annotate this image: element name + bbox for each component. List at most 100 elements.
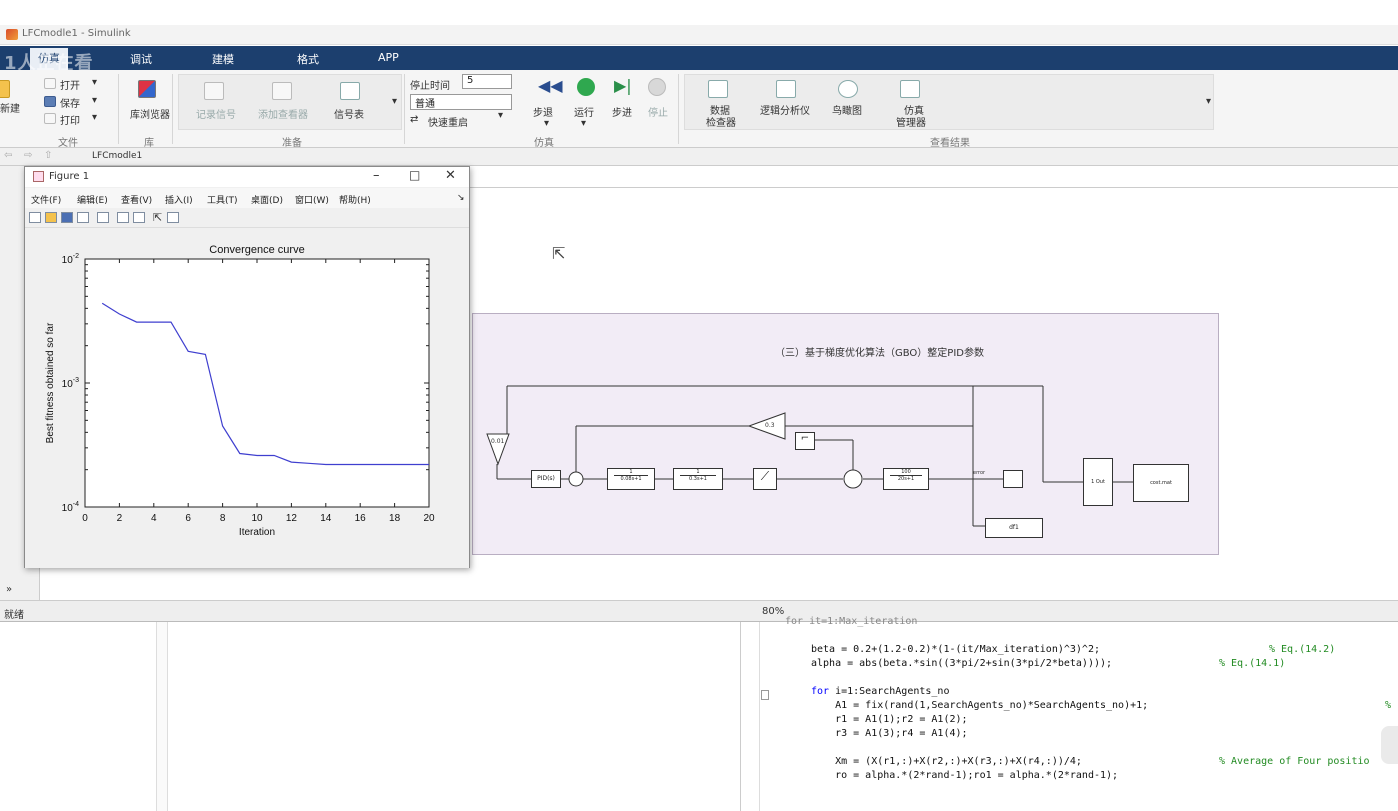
editor-side-handle[interactable] <box>1381 726 1398 764</box>
minimize-icon[interactable]: – <box>373 168 380 183</box>
tab-debug[interactable]: 调试 <box>130 51 152 67</box>
menu-file[interactable]: 文件(F) <box>31 193 61 206</box>
log-signal-button[interactable]: 记录信号 <box>196 106 236 121</box>
stop-time-input[interactable]: 5 <box>462 74 512 89</box>
step-forward-icon[interactable]: ▶| <box>614 76 632 95</box>
menu-edit[interactable]: 编辑(E) <box>77 193 108 206</box>
data-inspector-icon[interactable] <box>708 80 728 98</box>
library-browser-icon[interactable] <box>138 80 156 98</box>
expand-panel-icon[interactable]: » <box>6 584 12 595</box>
sim-manager-label-2[interactable]: 管理器 <box>896 114 926 129</box>
pid-controller-block[interactable]: PID(s) <box>531 470 561 488</box>
logic-analyzer-icon[interactable] <box>776 80 796 98</box>
menu-tools[interactable]: 工具(T) <box>207 193 238 206</box>
code-fold-icon[interactable] <box>761 690 769 700</box>
step-back-dropdown-icon[interactable]: ▾ <box>544 118 549 129</box>
print-icon[interactable] <box>44 113 56 124</box>
fast-restart-icon[interactable]: ⇄ <box>410 114 418 125</box>
zoom-level[interactable]: 80% <box>762 606 784 617</box>
convergence-chart[interactable]: 0 2 4 6 8 10 12 14 16 18 2010-210-310-4 Convergenc… <box>25 229 469 568</box>
integrator-block[interactable]: 1 Out <box>1083 458 1113 506</box>
figure-window[interactable]: Figure 1 – □ ✕ 文件(F) 编辑(E) 查看(V) 插入(I) 工… <box>24 166 470 568</box>
new-figure-icon[interactable] <box>29 212 41 223</box>
tab-modeling[interactable]: 建模 <box>212 51 234 67</box>
forward-arrow-icon[interactable]: ⇨ <box>24 150 32 161</box>
simulation-mode-select[interactable]: 普通 <box>410 94 512 110</box>
link-plot-icon[interactable] <box>97 212 109 223</box>
code-line[interactable]: beta = 0.2+(1.2-0.2)*(1-(it/Max_iteratio… <box>811 644 1100 655</box>
code-line[interactable]: r1 = A1(1);r2 = A1(2); <box>811 714 967 725</box>
print-dropdown-icon[interactable]: ▾ <box>92 112 97 123</box>
transfer-fcn-block-3[interactable]: 100 20s+1 <box>883 468 929 490</box>
to-file-block[interactable]: cost.mat <box>1133 464 1189 502</box>
save-dropdown-icon[interactable]: ▾ <box>92 95 97 106</box>
menu-view[interactable]: 查看(V) <box>121 193 152 206</box>
print-button[interactable]: 打印 <box>60 112 80 127</box>
step-block[interactable]: ⌐ <box>795 432 815 450</box>
insert-colorbar-icon[interactable] <box>117 212 129 223</box>
code-comment: % Eq.(14.2) <box>1269 644 1336 655</box>
log-signal-icon[interactable] <box>204 82 224 100</box>
gain-block-1[interactable]: 0.01 <box>491 438 504 445</box>
save-figure-icon[interactable] <box>61 212 73 223</box>
open-button[interactable]: 打开 <box>60 77 80 92</box>
data-inspector-label-2[interactable]: 检查器 <box>706 114 736 129</box>
open-dropdown-icon[interactable]: ▾ <box>92 77 97 88</box>
mode-dropdown-icon[interactable]: ▾ <box>498 110 503 121</box>
back-arrow-icon[interactable]: ⇦ <box>4 150 12 161</box>
run-icon[interactable] <box>577 78 595 96</box>
scope-block[interactable] <box>1003 470 1023 488</box>
save-button[interactable]: 保存 <box>60 95 80 110</box>
menu-insert[interactable]: 插入(I) <box>165 193 193 206</box>
library-browser-button[interactable]: 库浏览器 <box>130 106 170 121</box>
code-line[interactable]: Xm = (X(r1,:)+X(r2,:)+X(r3,:)+X(r4,:))/4… <box>811 756 1082 767</box>
transfer-fcn-block-2[interactable]: 1 0.3s+1 <box>673 468 723 490</box>
menu-window[interactable]: 窗口(W) <box>295 193 329 206</box>
code-line[interactable]: ro = alpha.*(2*rand-1);ro1 = alpha.*(2*r… <box>811 770 1118 781</box>
code-editor[interactable]: for it=1:Max_iteration beta = 0.2+(1.2-0… <box>740 616 1398 811</box>
up-arrow-icon[interactable]: ⇧ <box>44 150 52 161</box>
stop-button[interactable]: 停止 <box>648 104 668 119</box>
tab-apps[interactable]: APP <box>378 51 399 64</box>
run-button[interactable]: 运行 <box>574 104 594 119</box>
step-forward-button[interactable]: 步进 <box>612 104 632 119</box>
menu-desktop[interactable]: 桌面(D) <box>251 193 283 206</box>
step-back-icon[interactable]: ◀◀ <box>538 76 563 95</box>
signal-table-button[interactable]: 信号表 <box>334 106 364 121</box>
to-workspace-block[interactable]: df1 <box>985 518 1043 538</box>
code-line[interactable]: for i=1:SearchAgents_no <box>811 686 949 697</box>
prepare-expand-icon[interactable]: ▾ <box>392 96 397 107</box>
save-icon[interactable] <box>44 96 56 107</box>
stop-icon[interactable] <box>648 78 666 96</box>
signal-table-icon[interactable] <box>340 82 360 100</box>
review-expand-icon[interactable]: ▾ <box>1206 96 1211 107</box>
transfer-fcn-block-1[interactable]: 1 0.08s+1 <box>607 468 655 490</box>
code-line[interactable]: alpha = abs(beta.*sin((3*pi/2+sin(3*pi/2… <box>811 658 1112 669</box>
code-line[interactable]: A1 = fix(rand(1,SearchAgents_no)*SearchA… <box>811 700 1148 711</box>
new-model-icon[interactable] <box>0 80 10 98</box>
insert-legend-icon[interactable] <box>133 212 145 223</box>
print-figure-icon[interactable] <box>77 212 89 223</box>
edit-plot-icon[interactable]: ⇱ <box>153 211 162 224</box>
step-back-button[interactable]: 步退 <box>533 104 553 119</box>
add-viewer-icon[interactable] <box>272 82 292 100</box>
add-viewer-button[interactable]: 添加查看器 <box>258 106 308 121</box>
saturation-block[interactable]: ⟋ <box>753 468 777 490</box>
fast-restart-button[interactable]: 快速重启 <box>428 114 468 129</box>
sim-manager-icon[interactable] <box>900 80 920 98</box>
run-dropdown-icon[interactable]: ▾ <box>581 118 586 129</box>
menu-help[interactable]: 帮助(H) <box>339 193 371 206</box>
close-icon[interactable]: ✕ <box>445 168 456 183</box>
menu-overflow-icon[interactable]: ↘ <box>457 193 465 203</box>
logic-analyzer-button[interactable]: 逻辑分析仪 <box>760 102 810 117</box>
model-tab[interactable]: LFCmodle1 <box>92 151 142 161</box>
tab-format[interactable]: 格式 <box>297 51 319 67</box>
maximize-icon[interactable]: □ <box>409 168 420 182</box>
property-inspector-icon[interactable] <box>167 212 179 223</box>
birds-eye-button[interactable]: 鸟瞰图 <box>832 102 862 117</box>
birds-eye-icon[interactable] <box>838 80 858 98</box>
open-icon[interactable] <box>44 78 56 89</box>
open-file-icon[interactable] <box>45 212 57 223</box>
code-line[interactable]: r3 = A1(3);r4 = A1(4); <box>811 728 967 739</box>
gain-block-2[interactable]: 0.3 <box>765 422 775 429</box>
